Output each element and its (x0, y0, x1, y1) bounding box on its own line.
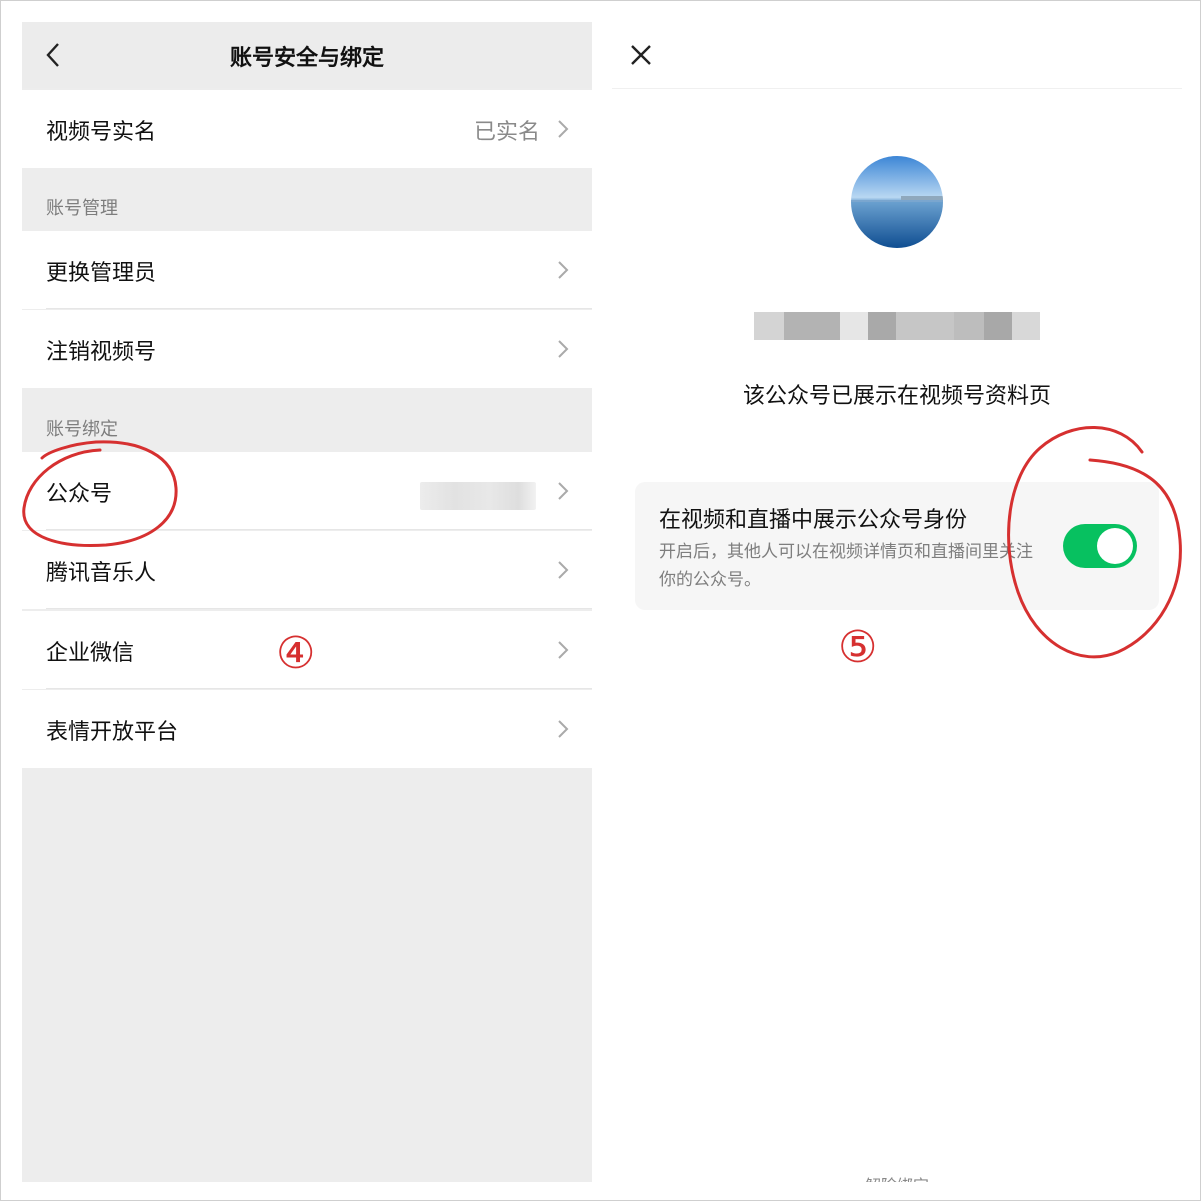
bind-item-sticker-platform[interactable]: 表情开放平台 (22, 690, 592, 768)
blurred-account-name (420, 482, 536, 510)
bind-item-label: 表情开放平台 (46, 720, 179, 745)
bind-item-official-account[interactable]: 公众号 (22, 452, 592, 530)
chevron-right-icon (558, 720, 569, 738)
blurred-account-name (754, 312, 1040, 340)
manage-item-label: 更换管理员 (46, 261, 157, 286)
setting-description: 开启后，其他人可以在视频详情页和直播间里关注你的公众号。 (659, 542, 1033, 590)
chevron-right-icon (558, 561, 569, 579)
manage-item-change-admin[interactable]: 更换管理员 (22, 231, 592, 309)
section-header-account-manage: 账号管理 (46, 198, 118, 219)
nav-bar: 账号安全与绑定 (22, 22, 592, 88)
chevron-right-icon (558, 261, 569, 279)
setting-title: 在视频和直播中展示公众号身份 (659, 508, 968, 533)
chevron-right-icon (558, 120, 569, 138)
row-divider (46, 308, 592, 309)
page-title: 账号安全与绑定 (229, 46, 384, 71)
header-divider (612, 88, 1182, 89)
realname-row[interactable]: 视频号实名 已实名 (22, 90, 592, 168)
manage-item-label: 注销视频号 (46, 340, 157, 365)
display-status-caption: 该公众号已展示在视频号资料页 (742, 384, 1051, 409)
account-avatar (851, 156, 943, 248)
bind-item-tencent-music[interactable]: 腾讯音乐人 (22, 531, 592, 609)
realname-status: 已实名 (473, 120, 540, 145)
realname-label: 视频号实名 (46, 120, 157, 145)
toggle-knob (1097, 528, 1133, 564)
show-identity-setting-card: 在视频和直播中展示公众号身份 开启后，其他人可以在视频详情页和直播间里关注你的公… (635, 482, 1159, 610)
chevron-right-icon (558, 482, 569, 500)
bind-item-label: 腾讯音乐人 (46, 561, 157, 586)
manage-item-cancel-account[interactable]: 注销视频号 (22, 310, 592, 388)
row-divider (46, 688, 592, 689)
row-divider (46, 608, 592, 609)
row-divider (46, 529, 592, 530)
unbind-link[interactable]: 解除绑定 (612, 1172, 1182, 1182)
bind-item-label: 公众号 (46, 482, 113, 507)
chevron-right-icon (558, 641, 569, 659)
chevron-right-icon (558, 340, 569, 358)
bind-item-label: 企业微信 (46, 641, 135, 666)
annotation-number-right: ⑤ (838, 622, 878, 673)
close-icon (631, 45, 651, 65)
show-identity-toggle[interactable] (1063, 524, 1137, 568)
official-account-detail-panel: 该公众号已展示在视频号资料页 在视频和直播中展示公众号身份 开启后，其他人可以在… (612, 22, 1182, 1182)
annotation-number-left: ④ (276, 628, 316, 679)
section-header-account-bind: 账号绑定 (46, 419, 118, 440)
close-button[interactable] (626, 40, 656, 70)
account-security-panel: 账号安全与绑定 视频号实名 已实名 账号管理 更换管理员 注销视频号 账号绑定 … (22, 22, 592, 1182)
